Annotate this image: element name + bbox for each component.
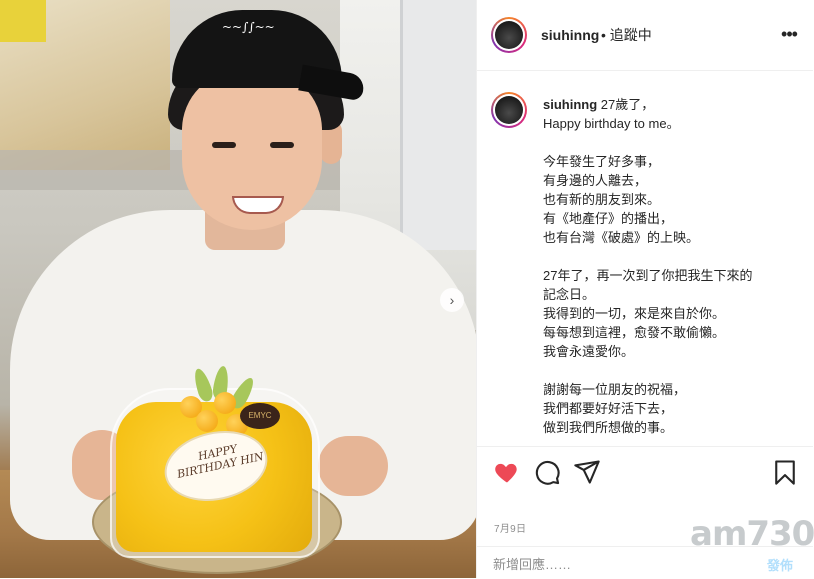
right-hand xyxy=(318,436,388,496)
more-horizontal-icon[interactable]: ••• xyxy=(779,24,799,44)
chevron-right-icon: › xyxy=(449,292,455,308)
comment-icon[interactable] xyxy=(533,458,561,486)
post-timestamp[interactable]: 7月9日 xyxy=(494,520,526,535)
avatar[interactable] xyxy=(491,17,527,53)
cake-fruit xyxy=(214,392,236,414)
caption-text: 27歲了， Happy birthday to me。 今年發生了好多事， 有身… xyxy=(543,97,753,435)
left-eye xyxy=(212,142,236,148)
comment-input[interactable] xyxy=(493,555,743,573)
caption: siuhinng 27歲了， Happy birthday to me。 今年發… xyxy=(543,95,805,437)
background-panel xyxy=(400,0,476,250)
bookmark-icon[interactable] xyxy=(771,458,799,486)
username[interactable]: siuhinng xyxy=(541,26,599,44)
cake-fruit xyxy=(196,410,218,432)
instagram-post: ~~∫∫~~ EMYC HAPPY BIRTHDAY HIN › siuhinn… xyxy=(0,0,814,578)
action-bar xyxy=(477,446,813,497)
heart-filled-icon[interactable] xyxy=(493,458,521,486)
caption-avatar[interactable] xyxy=(491,92,527,128)
send-icon[interactable] xyxy=(573,458,601,486)
post-header: siuhinng • 追蹤中 ••• xyxy=(477,0,813,71)
caption-username[interactable]: siuhinng xyxy=(543,97,597,112)
background-sticker xyxy=(0,0,46,42)
post-photo[interactable]: ~~∫∫~~ EMYC HAPPY BIRTHDAY HIN › xyxy=(0,0,476,578)
cake-brand-chocolate: EMYC xyxy=(240,403,280,429)
cap-logo: ~~∫∫~~ xyxy=(222,20,275,34)
post-comment-button[interactable]: 發佈 xyxy=(767,555,793,574)
comments-area[interactable]: siuhinng 27歲了， Happy birthday to me。 今年發… xyxy=(477,71,813,445)
following-status[interactable]: • 追蹤中 xyxy=(601,26,652,44)
post-side-panel: siuhinng • 追蹤中 ••• siuhinng 27歲了， Happy … xyxy=(476,0,813,578)
carousel-next-button[interactable]: › xyxy=(440,288,464,312)
watermark-logo: am730 xyxy=(690,514,814,554)
right-eye xyxy=(270,142,294,148)
